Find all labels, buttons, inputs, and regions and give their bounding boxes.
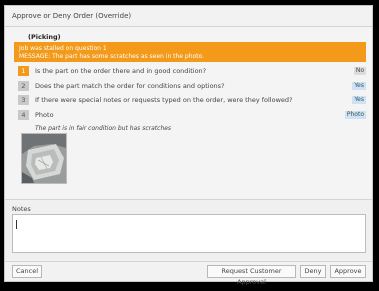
answer-badge: Photo xyxy=(344,111,366,119)
cancel-button[interactable]: Cancel xyxy=(12,265,42,278)
question-number: 1 xyxy=(18,66,29,76)
text-caret xyxy=(16,220,17,229)
question-number: 3 xyxy=(18,95,29,105)
notes-section: Notes xyxy=(5,199,372,262)
approve-deny-dialog: Approve or Deny Order (Override) (Pickin… xyxy=(4,5,373,286)
question-number: 2 xyxy=(18,81,29,91)
banner-line-2: MESSAGE: The part has some scratches as … xyxy=(19,52,205,60)
question-row-1: 1 Is the part on the order there and in … xyxy=(14,66,366,76)
question-text: Does the part match the order for condit… xyxy=(35,82,225,90)
question-text: Is the part on the order there and in go… xyxy=(35,67,207,75)
part-photo-thumbnail[interactable] xyxy=(21,133,67,184)
group-label: (Picking) xyxy=(28,33,61,41)
answer-badge: Yes xyxy=(352,96,366,104)
answer-badge: No xyxy=(353,67,366,75)
deny-button[interactable]: Deny xyxy=(300,265,326,278)
question-row-3: 3 If there were special notes or request… xyxy=(14,95,366,105)
approve-button[interactable]: Approve xyxy=(330,265,366,278)
banner-line-1: Job was stalled on question 1 xyxy=(19,45,107,52)
question-text: If there were special notes or requests … xyxy=(35,96,293,104)
notes-textarea[interactable] xyxy=(12,214,366,253)
question-row-4: 4 Photo Photo xyxy=(14,110,366,120)
dialog-footer: Cancel Request Customer Approval Deny Ap… xyxy=(5,261,372,286)
part-photo-image xyxy=(22,134,66,183)
dialog-title: Approve or Deny Order (Override) xyxy=(12,12,132,20)
question-number: 4 xyxy=(18,110,29,120)
photo-comment: The part is in fair condition but has sc… xyxy=(35,125,172,132)
notes-label: Notes xyxy=(12,205,31,213)
question-row-2: 2 Does the part match the order for cond… xyxy=(14,81,366,91)
stall-message-banner: Job was stalled on question 1 MESSAGE: T… xyxy=(14,42,366,62)
dialog-titlebar: Approve or Deny Order (Override) xyxy=(5,6,372,27)
answer-badge: Yes xyxy=(352,82,366,90)
request-customer-approval-button[interactable]: Request Customer Approval xyxy=(207,265,296,286)
question-text: Photo xyxy=(35,111,54,119)
